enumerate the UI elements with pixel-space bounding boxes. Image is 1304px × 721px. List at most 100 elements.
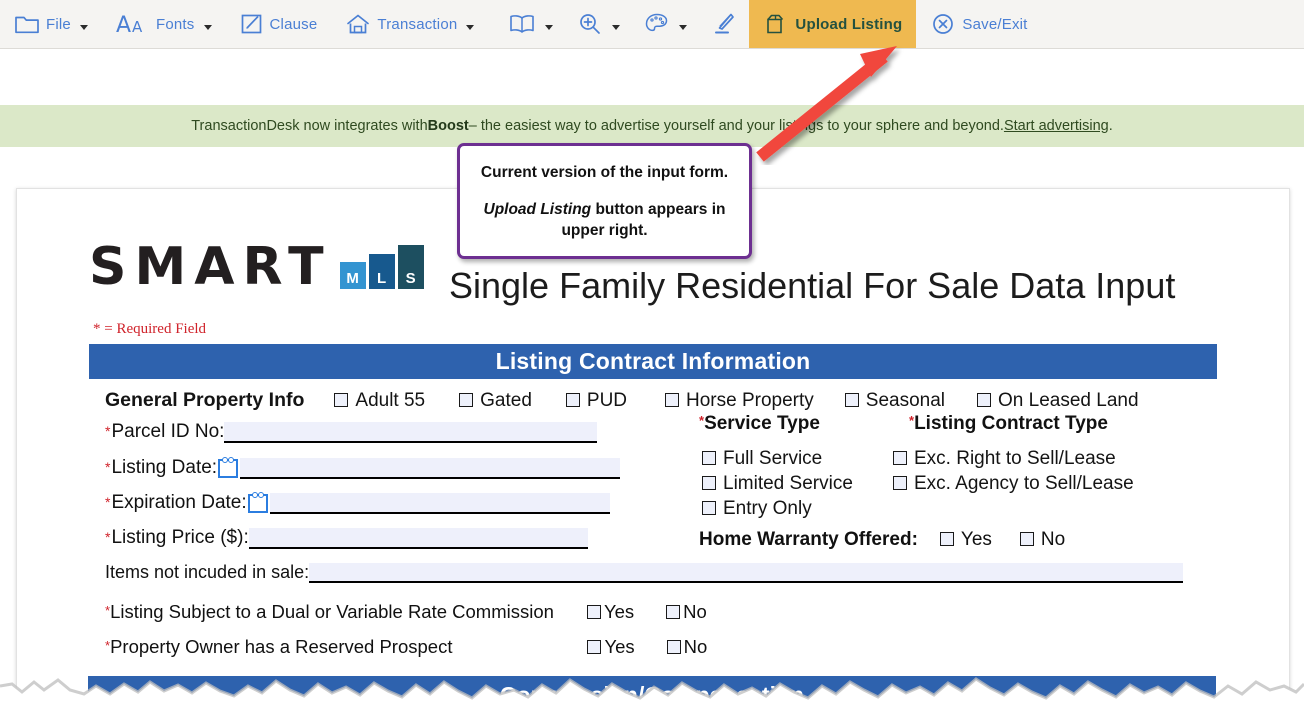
toolbar-label-file: File <box>46 15 71 33</box>
checkbox-icon[interactable] <box>893 451 907 465</box>
save-exit-button[interactable]: Save/Exit <box>916 0 1041 48</box>
chevron-down-icon[interactable] <box>79 24 88 30</box>
checkbox-icon[interactable] <box>702 451 716 465</box>
promo-text-before: TransactionDesk now integrates with <box>191 118 428 134</box>
torn-paper-bottom: Commission/Compensation <box>0 660 1304 721</box>
toolbar-label-transaction: Transaction <box>377 15 458 33</box>
listing-contract-type-heading-label: Listing Contract Type <box>914 413 1108 434</box>
checkbox-icon[interactable] <box>702 476 716 490</box>
toolbar-item-fonts[interactable]: AA Fonts <box>102 0 226 48</box>
toolbar-item-palette[interactable] <box>632 0 699 48</box>
field-label: Listing Date: <box>111 457 218 478</box>
field-expiration-date: * Expiration Date: <box>105 492 610 514</box>
parcel-id-input[interactable] <box>224 422 598 443</box>
row-label: Listing Subject to a Dual or Variable Ra… <box>110 601 554 622</box>
checkbox-seasonal[interactable]: Seasonal <box>844 389 946 412</box>
checkbox-label: On Leased Land <box>998 389 1139 411</box>
checkbox-horse-property[interactable]: Horse Property <box>665 390 814 412</box>
chevron-down-icon[interactable] <box>545 24 554 30</box>
checkbox-exc-right-to-sell-lease[interactable]: Exc. Right to Sell/Lease <box>893 448 1116 470</box>
folder-icon <box>14 12 40 36</box>
checkbox-label: Yes <box>960 529 992 550</box>
checkbox-label: PUD <box>586 389 628 411</box>
checkbox-icon[interactable] <box>666 640 681 654</box>
palette-icon <box>644 12 670 36</box>
service-type-heading-label: Service Type <box>704 413 820 434</box>
chevron-down-icon[interactable] <box>203 24 212 30</box>
checkbox-icon[interactable] <box>702 501 716 515</box>
document-page: SMART M L S Single Family Residential Fo… <box>16 188 1290 700</box>
items-not-included-input[interactable] <box>309 563 1184 583</box>
section-header-listing-contract-information: Listing Contract Information <box>89 344 1217 379</box>
svg-text:A: A <box>132 18 143 36</box>
checkbox-icon[interactable] <box>459 392 474 407</box>
toolbar-label-clause: Clause <box>269 15 318 33</box>
chevron-down-icon[interactable] <box>679 24 688 30</box>
row-dual-variable-rate-commission: * Listing Subject to a Dual or Variable … <box>105 601 707 623</box>
checkbox-on-leased-land[interactable]: On Leased Land <box>977 390 1139 412</box>
required-asterisk: * <box>105 423 111 439</box>
toolbar-item-book[interactable] <box>496 0 565 48</box>
listing-price-input[interactable] <box>248 528 588 549</box>
smart-mls-logo: SMART M L S <box>89 241 424 293</box>
field-items-not-included: Items not incuded in sale: <box>105 562 1184 583</box>
checkbox-label: Full Service <box>723 448 823 469</box>
toolbar-item-file[interactable]: File <box>0 0 102 48</box>
toolbar-label-fonts: Fonts <box>155 15 195 33</box>
row-reserved-prospect: * Property Owner has a Reserved Prospect… <box>105 636 707 658</box>
checkbox-dual-rate-no[interactable]: No <box>666 601 707 623</box>
toolbar-item-zoom[interactable] <box>565 0 632 48</box>
checkbox-label: No <box>683 601 707 622</box>
expiration-date-input[interactable] <box>269 493 610 514</box>
upload-listing-label: Upload Listing <box>795 15 903 33</box>
checkbox-label: Gated <box>480 389 532 411</box>
checkbox-dual-rate-yes[interactable]: Yes <box>586 601 634 623</box>
toolbar-item-pen[interactable] <box>699 0 749 48</box>
checkbox-gated[interactable]: Gated <box>459 390 532 412</box>
checkbox-pud[interactable]: PUD <box>565 389 628 412</box>
checkbox-label: Seasonal <box>865 389 946 411</box>
checkbox-icon[interactable] <box>565 392 580 407</box>
clause-icon <box>240 12 264 36</box>
checkbox-reserved-prospect-no[interactable]: No <box>666 636 707 658</box>
toolbar-item-transaction[interactable]: Transaction <box>331 0 488 48</box>
chevron-down-icon[interactable] <box>612 24 621 30</box>
checkbox-reserved-prospect-yes[interactable]: Yes <box>587 636 635 658</box>
general-property-info-row: General Property Info Adult 55 Gated PUD… <box>105 389 1225 412</box>
checkbox-home-warranty-yes[interactable]: Yes <box>939 529 992 550</box>
checkbox-icon[interactable] <box>586 605 601 619</box>
service-type-heading: *Service Type <box>699 413 820 435</box>
checkbox-label: Horse Property <box>686 389 814 411</box>
checkbox-icon[interactable] <box>334 392 349 407</box>
checkbox-icon[interactable] <box>844 392 859 407</box>
checkbox-adult-55[interactable]: Adult 55 <box>334 390 425 412</box>
checkbox-limited-service[interactable]: Limited Service <box>702 473 853 495</box>
checkbox-entry-only[interactable]: Entry Only <box>702 498 812 520</box>
checkbox-icon[interactable] <box>665 392 680 407</box>
upload-listing-button[interactable]: Upload Listing <box>749 0 917 48</box>
toolbar-item-clause[interactable]: Clause <box>226 0 332 48</box>
checkbox-label: Limited Service <box>723 473 853 494</box>
listing-date-input[interactable] <box>240 458 621 479</box>
callout-line-2: Upload Listing button appears in upper r… <box>472 199 737 241</box>
checkbox-full-service[interactable]: Full Service <box>702 448 822 470</box>
zoom-in-icon <box>577 12 603 36</box>
field-listing-price: * Listing Price ($): <box>105 527 588 549</box>
checkbox-icon[interactable] <box>893 476 907 490</box>
checkbox-icon[interactable] <box>1019 532 1034 546</box>
checkbox-icon[interactable] <box>587 640 602 654</box>
promo-banner: TransactionDesk now integrates with Boos… <box>0 105 1304 147</box>
checkbox-exc-agency-to-sell-lease[interactable]: Exc. Agency to Sell/Lease <box>893 473 1134 495</box>
checkbox-home-warranty-no[interactable]: No <box>1019 529 1065 550</box>
calendar-icon[interactable] <box>247 492 268 513</box>
field-label: Listing Price ($): <box>111 527 249 548</box>
field-label: Items not incuded in sale: <box>105 562 310 582</box>
start-advertising-link[interactable]: Start advertising <box>1004 118 1109 134</box>
promo-text-after: – the easiest way to advertise yourself … <box>468 118 1004 134</box>
calendar-icon[interactable] <box>218 457 239 478</box>
chevron-down-icon[interactable] <box>466 24 475 30</box>
checkbox-icon[interactable] <box>939 532 954 546</box>
checkbox-icon[interactable] <box>666 605 681 619</box>
checkbox-icon[interactable] <box>977 392 992 407</box>
